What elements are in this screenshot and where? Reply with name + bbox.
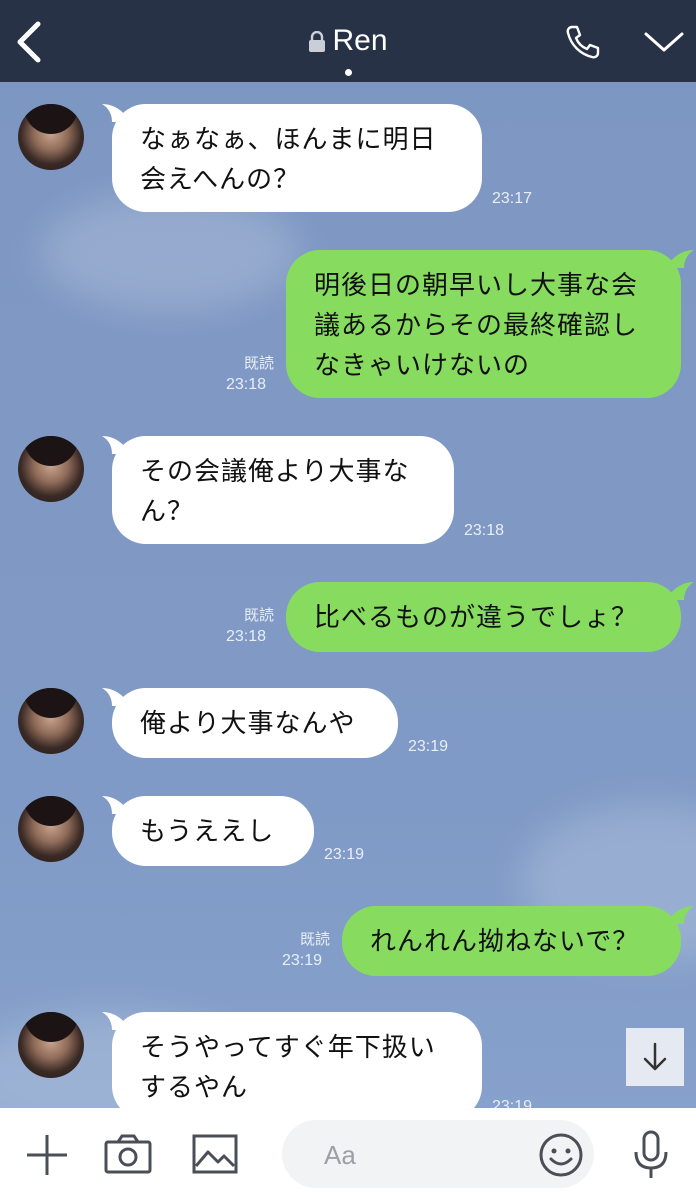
emoji-button[interactable] bbox=[538, 1132, 584, 1182]
chat-title: Ren bbox=[332, 24, 388, 57]
camera-icon bbox=[104, 1134, 152, 1174]
bubble-tail bbox=[670, 906, 694, 924]
message-time: 23:19 bbox=[492, 1098, 533, 1108]
message-bubble-sent[interactable]: 明後日の朝早いし大事な会 議あるからその最終確認し なきゃいけないの bbox=[286, 250, 681, 398]
message-list[interactable]: なぁなぁ、ほんまに明日 会えへんの？ 23:17 既読 23:18 明後日の朝早… bbox=[0, 82, 696, 1108]
message-time: 23:18 bbox=[226, 376, 267, 393]
message-bubble-received[interactable]: もうええし bbox=[112, 796, 314, 866]
message-bubble-received[interactable]: その会議俺より大事な ん？ bbox=[112, 436, 454, 544]
message-input[interactable] bbox=[322, 1136, 526, 1174]
avatar[interactable] bbox=[18, 104, 84, 170]
message-time: 23:18 bbox=[464, 522, 505, 539]
menu-button[interactable] bbox=[642, 26, 686, 58]
image-icon bbox=[192, 1134, 238, 1174]
message-time: 23:19 bbox=[408, 738, 449, 755]
microphone-icon bbox=[634, 1130, 668, 1178]
read-receipt: 既読 bbox=[243, 606, 274, 624]
avatar[interactable] bbox=[18, 796, 84, 862]
bubble-tail bbox=[670, 582, 694, 600]
camera-button[interactable] bbox=[104, 1134, 152, 1178]
avatar[interactable] bbox=[18, 1012, 84, 1078]
message-time: 23:19 bbox=[324, 846, 365, 863]
phone-icon bbox=[566, 25, 600, 59]
title-indicator-dot bbox=[345, 69, 352, 76]
read-receipt: 既読 bbox=[299, 930, 330, 948]
avatar[interactable] bbox=[18, 436, 84, 502]
chevron-down-icon bbox=[644, 32, 684, 52]
input-bar bbox=[0, 1108, 696, 1200]
chat-header: Ren bbox=[0, 0, 696, 82]
message-bubble-received[interactable]: そうやってすぐ年下扱い するやん bbox=[112, 1012, 482, 1108]
bubble-tail bbox=[670, 250, 694, 268]
lock-icon bbox=[309, 31, 326, 53]
avatar[interactable] bbox=[18, 688, 84, 754]
image-button[interactable] bbox=[192, 1134, 238, 1178]
voice-button[interactable] bbox=[632, 1130, 670, 1184]
message-bubble-received[interactable]: 俺より大事なんや bbox=[112, 688, 398, 758]
message-time: 23:18 bbox=[226, 628, 267, 645]
message-input-container[interactable] bbox=[282, 1120, 594, 1188]
plus-icon bbox=[27, 1135, 67, 1175]
message-bubble-sent[interactable]: れんれん拗ねないで？ bbox=[342, 906, 681, 976]
message-time: 23:17 bbox=[492, 190, 533, 207]
message-time: 23:19 bbox=[282, 952, 323, 969]
call-button[interactable] bbox=[563, 22, 603, 62]
arrow-down-icon bbox=[643, 1042, 667, 1071]
emoji-icon bbox=[539, 1133, 583, 1177]
read-receipt: 既読 bbox=[243, 354, 274, 372]
add-button[interactable] bbox=[24, 1132, 70, 1182]
message-bubble-sent[interactable]: 比べるものが違うでしょ？ bbox=[286, 582, 681, 652]
message-bubble-received[interactable]: なぁなぁ、ほんまに明日 会えへんの？ bbox=[112, 104, 482, 212]
scroll-to-bottom-button[interactable] bbox=[626, 1028, 684, 1086]
